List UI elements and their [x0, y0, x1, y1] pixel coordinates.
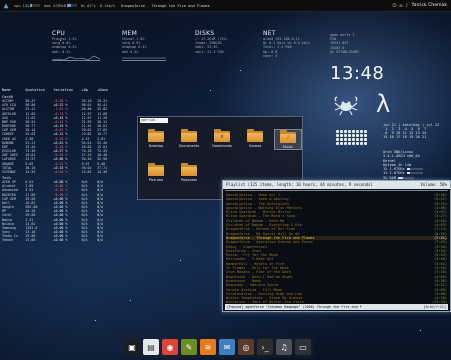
- window-title: Dragonforce - Through the Fire and Flame…: [121, 3, 210, 8]
- playback-time: [0:02/7:21]: [423, 305, 446, 309]
- star: [130, 300, 131, 301]
- clock: 13:48: [330, 63, 385, 84]
- folder-desktop[interactable]: Desktop: [142, 129, 170, 148]
- lambda-icon: λ: [376, 90, 391, 118]
- folder-label: Podcasts: [181, 178, 197, 182]
- mem-title: MEM: [122, 30, 138, 37]
- status-bar: [Paused] agenforce "Inhuman Rampage" (20…: [225, 304, 448, 310]
- folder-icon: ⬇: [214, 129, 230, 142]
- folder-label: Downloads: [212, 144, 232, 148]
- gimp-app-icon[interactable]: ✎: [181, 339, 197, 355]
- calendar: jun 21 | saturday | jul 22 1 2 3 4 5 6 7…: [383, 123, 440, 139]
- folder-icon: [181, 129, 197, 142]
- folder-label: Pictures: [148, 178, 164, 182]
- arch-logo-icon[interactable]: ▲: [0, 0, 12, 12]
- music-icon[interactable]: ♪: [405, 3, 408, 9]
- conky-ports: open ports 2 PID 19251 853 15203 0 02 ES…: [330, 33, 386, 54]
- star: [240, 70, 241, 71]
- conky-cpu: CPU Process 1.5% xorg 0.8% ncmpcpp 0.3% …: [52, 30, 100, 61]
- stock-row: Yahoo! 15.60 +0.00 % N/A N/A: [1, 238, 113, 242]
- cpu-line: ahh: 0.2%: [52, 49, 71, 54]
- cpu-title: CPU: [52, 30, 66, 37]
- location-bar[interactable]: yarrick: [140, 118, 168, 123]
- folder-podcasts[interactable]: Podcasts: [175, 163, 203, 182]
- folder-label: Documents: [178, 144, 200, 148]
- cpu-indicator: cpu 14%: [12, 4, 42, 8]
- stocks-widget: Name Quotation Variation +Up +Down Cac40…: [1, 88, 113, 242]
- folder-downloads[interactable]: ⬇ Downloads: [208, 129, 236, 148]
- files-app-icon[interactable]: ▤: [143, 339, 159, 355]
- folder-games[interactable]: Games: [241, 129, 269, 148]
- folder-label: Games: [248, 144, 262, 148]
- mail-icon[interactable]: ✉: [399, 3, 402, 9]
- folder-music[interactable]: ♪ Music: [274, 129, 302, 150]
- audio-app-icon[interactable]: ♫: [276, 339, 292, 355]
- disk-line: sdc1: 21.3 GiB: [195, 49, 224, 54]
- volume-label[interactable]: Volume: 58%: [421, 181, 448, 189]
- sysinfo-line: 3.4.1-ARCH x86_64: [383, 154, 420, 159]
- net-title: NET: [263, 30, 276, 37]
- trash-app-icon[interactable]: ▭: [295, 339, 311, 355]
- folder-glyph: ⬇: [219, 134, 225, 140]
- folder-label: Music: [282, 145, 294, 149]
- chrome-app-icon[interactable]: ◉: [162, 339, 178, 355]
- folder-icon: [148, 129, 164, 142]
- mail-app-icon[interactable]: ✉: [219, 339, 235, 355]
- playlist-info: Playlist (125 items, length: 10 hours, 4…: [226, 182, 373, 187]
- stock-cell: +0.00 %: [53, 238, 68, 243]
- conky-net: NET wlan0 192.168.0.11 DL 0.1 kb/s UL 0.…: [263, 30, 313, 58]
- stocks-table: Name Quotation Variation +Up +Down Cac40…: [1, 88, 113, 242]
- net-indicator: 0.1kb/s: [99, 3, 116, 8]
- folder-icon: [181, 163, 197, 176]
- folder-label: Desktop: [148, 144, 164, 148]
- monitor-app-icon[interactable]: ▣: [124, 339, 140, 355]
- now-playing: [Paused] agenforce "Inhuman Rampage" (20…: [227, 305, 362, 309]
- ports-line: 02 ESTABLISHED: [330, 49, 359, 54]
- star: [420, 330, 421, 331]
- stock-cell: N/A: [97, 238, 104, 243]
- cpu-dot-grid: [336, 130, 367, 145]
- mem-indicator: mem 472MiB: [42, 4, 79, 8]
- crab-icon: [334, 96, 358, 116]
- playlist-header: Playlist (125 items, length: 10 hours, 4…: [223, 181, 450, 189]
- terminal-app-icon[interactable]: ›_: [257, 339, 273, 355]
- gpodder-app-icon[interactable]: ◎: [238, 339, 254, 355]
- mem-line: ahh 0.3%: [122, 49, 139, 54]
- folder-glyph: ♪: [286, 135, 290, 141]
- track-list[interactable]: Apocalyptica - Hope vol 2 (5:26) Apocalypt…: [223, 192, 450, 306]
- temp-indicator: 0c 62°c: [80, 3, 96, 8]
- net-line: conn: 3: [263, 53, 278, 58]
- folder-documents[interactable]: Documents: [175, 129, 203, 148]
- star: [210, 90, 211, 91]
- divider: [225, 190, 448, 191]
- disks-title: DISKS: [195, 30, 215, 37]
- folder-icon: [148, 163, 164, 176]
- power-icon[interactable]: ⏻: [392, 3, 396, 9]
- cpu-graph: [52, 55, 100, 61]
- stock-cell: 15.60: [25, 238, 36, 243]
- dock: ▣ ▤ ◉ ✎ ≋ ✉ ◎ ›_ ♫ ▭: [120, 337, 315, 358]
- stock-cell: Yahoo!: [2, 238, 14, 243]
- folder-icon: [247, 129, 263, 142]
- ncmpcpp-window[interactable]: Playlist (125 items, length: 10 hours, 4…: [222, 180, 451, 312]
- stock-cell: N/A: [81, 238, 88, 243]
- folder-icon: ♪: [280, 130, 296, 143]
- rss-app-icon[interactable]: ≋: [200, 339, 216, 355]
- user-name[interactable]: Yarrick Chemak: [411, 3, 447, 8]
- mem-graph: [122, 55, 166, 61]
- folder-pictures[interactable]: Pictures: [142, 163, 170, 182]
- star: [95, 320, 96, 321]
- conky-disks: DISKS /: 17.2GiB (75%) /home: 208GiB sdb…: [195, 30, 243, 54]
- conky-mem: MEM thunar 1.0% xorg 0.9% ncmpcpp 0.3% a…: [122, 30, 166, 61]
- star: [180, 260, 181, 261]
- top-panel: ▲ cpu 14% mem 472MiB 0c 62°c 0.1kb/s Dra…: [0, 0, 451, 12]
